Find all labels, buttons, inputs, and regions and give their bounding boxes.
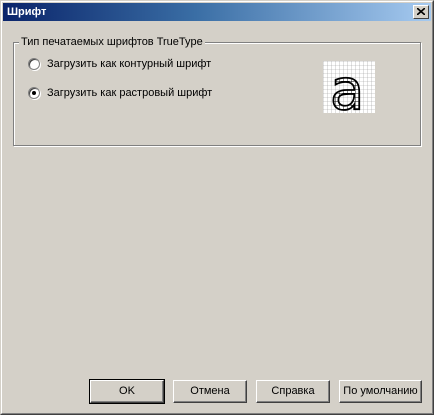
radio-outline-button[interactable] — [28, 58, 40, 70]
group-legend: Тип печатаемых шрифтов TrueType — [19, 35, 205, 49]
radio-selected-dot — [32, 91, 36, 95]
bitmap-font-preview-icon: a — [323, 61, 375, 113]
font-dialog: Шрифт Тип печатаемых шрифтов TrueType За… — [0, 0, 434, 415]
window-title: Шрифт — [7, 6, 47, 18]
radio-raster-button[interactable] — [28, 87, 40, 99]
radio-raster-label[interactable]: Загрузить как растровый шрифт — [47, 86, 212, 100]
titlebar[interactable]: Шрифт — [3, 3, 431, 21]
close-icon — [417, 8, 425, 15]
radio-outline-font[interactable]: Загрузить как контурный шрифт — [28, 57, 211, 71]
ok-button[interactable]: OK — [89, 379, 165, 404]
radio-raster-font[interactable]: Загрузить как растровый шрифт — [28, 86, 212, 100]
defaults-button[interactable]: По умолчанию — [339, 380, 422, 403]
svg-text:a: a — [330, 61, 364, 113]
close-button[interactable] — [413, 5, 429, 19]
radio-outline-label[interactable]: Загрузить как контурный шрифт — [47, 57, 211, 71]
help-button[interactable]: Справка — [256, 380, 330, 403]
cancel-button[interactable]: Отмена — [173, 380, 247, 403]
